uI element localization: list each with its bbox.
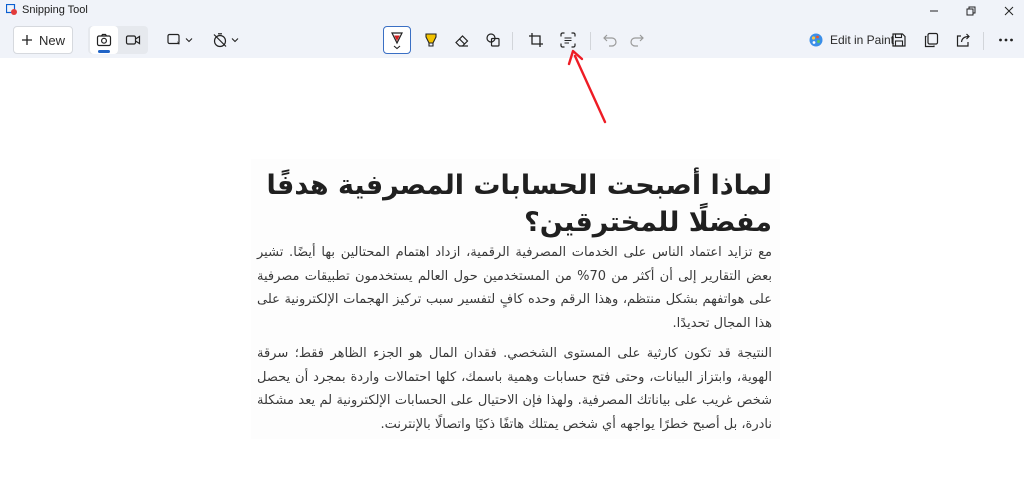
capture-mode-toggle xyxy=(88,26,148,54)
title-bar: Snipping Tool xyxy=(0,0,1024,22)
close-button[interactable] xyxy=(994,0,1024,22)
plus-icon xyxy=(21,35,32,45)
video-camera-icon xyxy=(125,35,141,45)
shapes-icon xyxy=(486,33,500,47)
crop-button[interactable] xyxy=(523,26,549,54)
delay-dropdown[interactable] xyxy=(210,26,240,54)
redo-icon xyxy=(630,34,644,47)
article-title: لماذا أصبحت الحسابات المصرفية هدفًا مفضل… xyxy=(266,170,772,238)
ballpoint-pen-icon xyxy=(391,32,403,50)
edit-in-paint-label: Edit in Paint xyxy=(829,33,895,47)
highlighter-button[interactable] xyxy=(418,26,444,54)
minimize-button[interactable] xyxy=(919,0,949,22)
app-title: Snipping Tool xyxy=(22,4,88,16)
more-icon xyxy=(999,38,1013,42)
more-options-button[interactable] xyxy=(993,26,1019,54)
close-icon xyxy=(1004,6,1014,16)
camera-icon xyxy=(96,33,112,47)
share-button[interactable] xyxy=(950,26,976,54)
new-label: New xyxy=(38,32,65,48)
screenshot-mode-button[interactable] xyxy=(90,26,118,54)
highlighter-icon xyxy=(425,33,437,47)
copy-icon xyxy=(924,32,939,48)
chevron-down-icon xyxy=(185,38,193,43)
rectangle-snip-icon xyxy=(167,33,180,45)
save-icon xyxy=(892,33,906,47)
crop-icon xyxy=(529,33,543,47)
copy-button[interactable] xyxy=(918,26,944,54)
toolbar: New Edit in Paint xyxy=(0,22,1024,59)
save-button[interactable] xyxy=(886,26,912,54)
pen-button[interactable] xyxy=(383,26,411,54)
toolbar-divider xyxy=(512,32,513,50)
minimize-icon xyxy=(930,10,938,12)
snip-shape-dropdown[interactable] xyxy=(164,26,196,54)
paint-icon xyxy=(809,33,823,47)
timer-off-icon xyxy=(213,33,226,48)
eraser-button[interactable] xyxy=(449,26,475,54)
restore-icon xyxy=(966,6,976,16)
maximize-button[interactable] xyxy=(956,0,986,22)
video-mode-button[interactable] xyxy=(119,26,147,54)
article-paragraph: النتيجة قد تكون كارثية على المستوى الشخص… xyxy=(257,346,772,432)
redo-button[interactable] xyxy=(624,26,650,54)
new-snip-button[interactable]: New xyxy=(13,26,73,54)
eraser-icon xyxy=(455,35,469,47)
snipping-tool-icon xyxy=(6,4,18,16)
annotation-arrow xyxy=(567,49,607,124)
shapes-button[interactable] xyxy=(480,26,506,54)
share-icon xyxy=(956,33,970,47)
chevron-down-icon xyxy=(231,38,238,43)
toolbar-divider xyxy=(983,32,984,50)
captured-article: لماذا أصبحت الحسابات المصرفية هدفًا مفضل… xyxy=(251,159,780,439)
article-paragraph: مع تزايد اعتماد الناس على الخدمات المصرف… xyxy=(257,245,772,331)
